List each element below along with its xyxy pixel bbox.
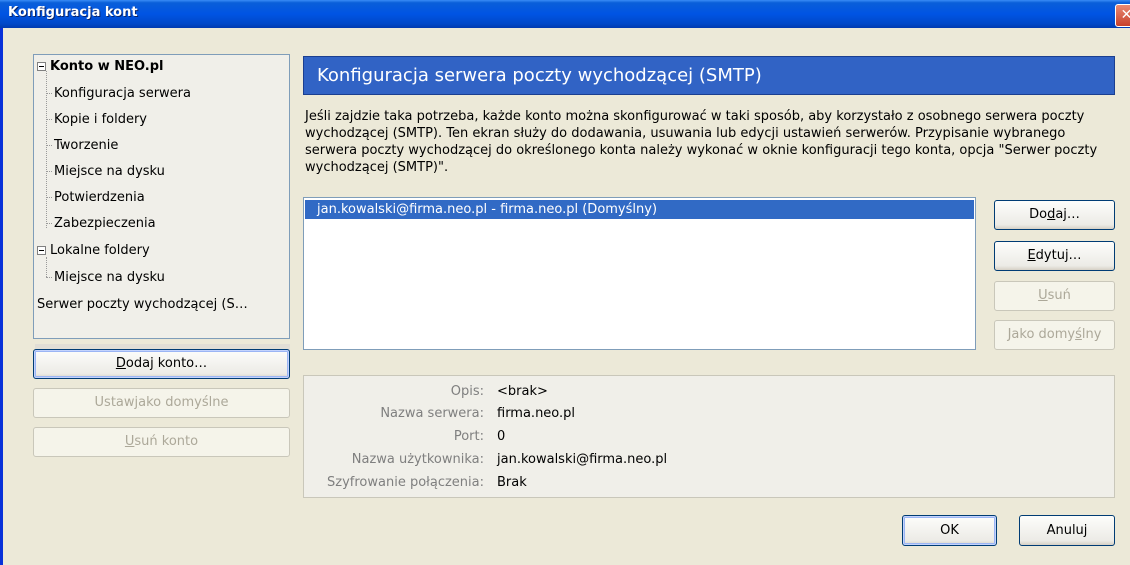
window-title: Konfiguracja kont bbox=[8, 5, 138, 20]
tree-item-local-disk-space[interactable]: Miejsce na dysku bbox=[54, 270, 165, 286]
description-text: Jeśli zajdzie taka potrzeba, każde konto… bbox=[305, 109, 1098, 175]
tree-item-account-neo[interactable]: Konto w NEO.pl bbox=[50, 59, 163, 75]
title-bar[interactable]: Konfiguracja kont ✕ bbox=[0, 0, 1130, 28]
page-header: Konfiguracja serwera poczty wychodzącej … bbox=[303, 56, 1115, 95]
tree-item-receipts[interactable]: Potwierdzenia bbox=[54, 190, 145, 206]
description-value: <brak> bbox=[497, 384, 548, 399]
remove-account-button[interactable]: Usuń konto bbox=[33, 427, 290, 457]
tree-item-disk-space[interactable]: Miejsce na dysku bbox=[54, 164, 165, 180]
smtp-server-list[interactable]: jan.kowalski@firma.neo.pl - firma.neo.pl… bbox=[303, 197, 976, 350]
add-account-button[interactable]: Dodaj konto… bbox=[33, 349, 290, 379]
cancel-button[interactable]: Anuluj bbox=[1019, 515, 1115, 546]
server-name-label: Nazwa serwera: bbox=[380, 406, 484, 421]
server-name-value: firma.neo.pl bbox=[497, 406, 576, 421]
account-settings-window: Konfiguracja kont ✕ Konto w NEO.pl Konfi… bbox=[0, 0, 1130, 565]
tree-item-local-folders[interactable]: Lokalne foldery bbox=[50, 243, 150, 259]
port-label: Port: bbox=[453, 429, 484, 444]
description-label: Opis: bbox=[450, 384, 484, 399]
edit-server-button[interactable]: Edytuj… bbox=[994, 241, 1115, 271]
tree-item-security[interactable]: Zabezpieczenia bbox=[54, 216, 156, 232]
close-icon[interactable]: ✕ bbox=[1115, 4, 1130, 27]
remove-server-button[interactable]: Usuń bbox=[994, 281, 1115, 311]
tree-line bbox=[46, 93, 52, 94]
ok-button[interactable]: OK bbox=[902, 515, 997, 546]
tree-line bbox=[46, 223, 52, 224]
list-item[interactable]: jan.kowalski@firma.neo.pl - firma.neo.pl… bbox=[305, 200, 974, 219]
tree-line bbox=[46, 257, 47, 277]
tree-item-outgoing-server[interactable]: Serwer poczty wychodzącej (S… bbox=[37, 297, 248, 313]
username-value: jan.kowalski@firma.neo.pl bbox=[497, 452, 668, 467]
encryption-value: Brak bbox=[497, 475, 527, 490]
set-default-account-button[interactable]: Ustaw jako domyślne bbox=[33, 388, 290, 418]
tree-line bbox=[46, 71, 47, 228]
tree-item-server-settings[interactable]: Konfiguracja serwera bbox=[54, 86, 191, 102]
tree-line bbox=[46, 277, 52, 278]
tree-line bbox=[46, 197, 52, 198]
add-server-button[interactable]: Dodaj… bbox=[994, 200, 1115, 230]
collapse-icon[interactable] bbox=[37, 246, 46, 255]
encryption-label: Szyfrowanie połączenia: bbox=[327, 475, 484, 490]
tree-line bbox=[46, 119, 52, 120]
tree-item-composition[interactable]: Tworzenie bbox=[54, 138, 118, 154]
window-frame-left bbox=[0, 28, 3, 565]
tree-line bbox=[46, 145, 52, 146]
port-value: 0 bbox=[497, 429, 506, 444]
username-label: Nazwa użytkownika: bbox=[351, 452, 484, 467]
page-title: Konfiguracja serwera poczty wychodzącej … bbox=[317, 65, 762, 86]
tree-line bbox=[46, 171, 52, 172]
tree-item-copies-folders[interactable]: Kopie i foldery bbox=[54, 112, 147, 128]
server-details-panel: Opis: <brak> Nazwa serwera: firma.neo.pl… bbox=[303, 375, 1115, 498]
set-default-server-button[interactable]: Jako domyślny bbox=[994, 320, 1115, 350]
account-tree[interactable]: Konto w NEO.pl Konfiguracja serwera Kopi… bbox=[33, 54, 290, 366]
collapse-icon[interactable] bbox=[37, 62, 46, 71]
